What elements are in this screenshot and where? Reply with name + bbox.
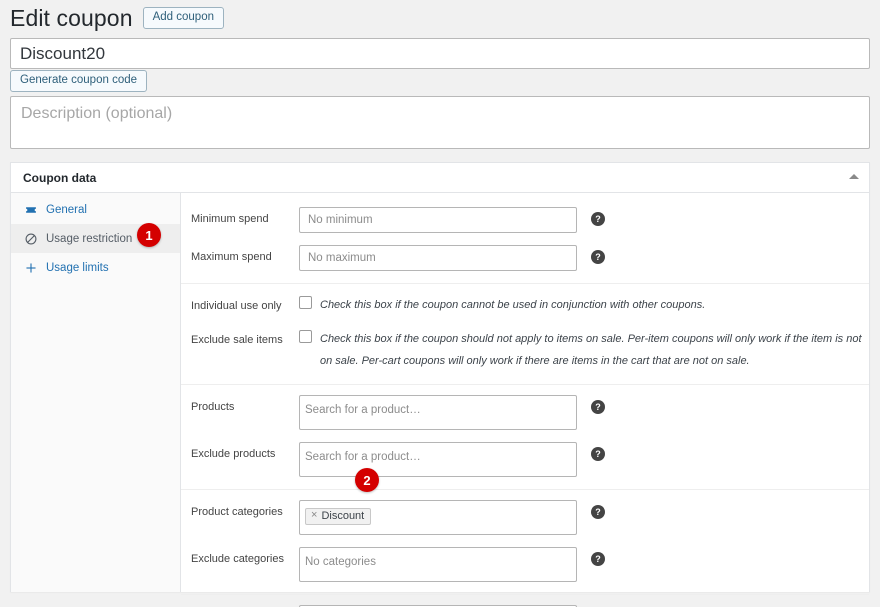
- category-tag-discount[interactable]: × Discount: [305, 508, 371, 525]
- minimum-spend-label: Minimum spend: [191, 207, 299, 226]
- exclude-categories-placeholder: No categories: [305, 556, 376, 568]
- exclude-categories-input[interactable]: No categories: [299, 547, 577, 582]
- page-title: Edit coupon: [10, 4, 133, 32]
- maximum-spend-input[interactable]: [299, 245, 577, 271]
- products-field-group: Products Search for a product… ? Exclude…: [181, 385, 869, 490]
- emails-field-group: Allowed emails ?: [181, 595, 869, 607]
- page-header: Edit coupon Add coupon: [10, 4, 224, 32]
- maximum-spend-label: Maximum spend: [191, 245, 299, 264]
- ticket-icon: [23, 202, 38, 217]
- minimum-spend-row: Minimum spend ?: [181, 201, 869, 239]
- plus-icon: [23, 260, 38, 275]
- exclude-products-label: Exclude products: [191, 442, 299, 461]
- tab-usage-limits[interactable]: Usage limits: [11, 253, 180, 282]
- product-categories-label: Product categories: [191, 500, 299, 519]
- minimum-spend-input[interactable]: [299, 207, 577, 233]
- step-badge-1: 1: [137, 223, 161, 247]
- exclude-sale-items-checkbox[interactable]: [299, 330, 312, 343]
- add-coupon-button[interactable]: Add coupon: [143, 7, 224, 29]
- maximum-spend-row: Maximum spend ?: [181, 239, 869, 277]
- product-categories-row: Product categories × Discount ?: [181, 494, 869, 541]
- individual-use-row: Individual use only Check this box if th…: [181, 288, 869, 322]
- exclude-products-input[interactable]: Search for a product…: [299, 442, 577, 477]
- coupon-data-panel-body: General Usage restriction: [11, 193, 869, 592]
- checkbox-field-group: Individual use only Check this box if th…: [181, 284, 869, 385]
- step-badge-2: 2: [355, 468, 379, 492]
- coupon-data-tabs: General Usage restriction: [11, 193, 181, 592]
- tab-general[interactable]: General: [11, 195, 180, 224]
- help-icon[interactable]: ?: [591, 505, 605, 519]
- coupon-edit-page: Edit coupon Add coupon Generate coupon c…: [0, 0, 880, 607]
- individual-use-checkbox[interactable]: [299, 296, 312, 309]
- generate-coupon-code-button[interactable]: Generate coupon code: [10, 70, 147, 92]
- remove-tag-icon[interactable]: ×: [311, 510, 317, 521]
- panel-title: Coupon data: [23, 171, 96, 185]
- tab-general-label: General: [46, 204, 87, 216]
- block-icon: [23, 231, 38, 246]
- help-icon[interactable]: ?: [591, 552, 605, 566]
- help-icon[interactable]: ?: [591, 400, 605, 414]
- help-icon[interactable]: ?: [591, 447, 605, 461]
- products-input[interactable]: Search for a product…: [299, 395, 577, 430]
- products-label: Products: [191, 395, 299, 414]
- individual-use-description: Check this box if the coupon cannot be u…: [320, 294, 705, 316]
- exclude-products-placeholder: Search for a product…: [305, 451, 421, 463]
- tab-usage-limits-label: Usage limits: [46, 262, 109, 274]
- exclude-categories-label: Exclude categories: [191, 547, 299, 566]
- help-icon[interactable]: ?: [591, 212, 605, 226]
- exclude-sale-items-row: Exclude sale items Check this box if the…: [181, 322, 869, 378]
- usage-restriction-fields: Minimum spend ? Maximum spend ?: [181, 193, 869, 592]
- coupon-code-input[interactable]: [10, 38, 870, 69]
- tab-usage-restriction-label: Usage restriction: [46, 233, 132, 245]
- exclude-sale-items-description: Check this box if the coupon should not …: [320, 328, 869, 372]
- individual-use-label: Individual use only: [191, 294, 299, 313]
- categories-field-group: Product categories × Discount ?: [181, 490, 869, 595]
- category-tag-label: Discount: [321, 510, 364, 522]
- product-categories-input[interactable]: × Discount: [299, 500, 577, 535]
- products-placeholder: Search for a product…: [305, 404, 421, 416]
- exclude-sale-items-label: Exclude sale items: [191, 328, 299, 347]
- allowed-emails-row: Allowed emails ?: [181, 599, 869, 607]
- exclude-categories-row: Exclude categories No categories ?: [181, 541, 869, 588]
- coupon-description-input[interactable]: [10, 96, 870, 149]
- spend-field-group: Minimum spend ? Maximum spend ?: [181, 197, 869, 284]
- exclude-products-row: Exclude products Search for a product… ?: [181, 436, 869, 483]
- chevron-up-icon[interactable]: [849, 174, 859, 179]
- help-icon[interactable]: ?: [591, 250, 605, 264]
- coupon-data-panel-header: Coupon data: [11, 163, 869, 193]
- products-row: Products Search for a product… ?: [181, 389, 869, 436]
